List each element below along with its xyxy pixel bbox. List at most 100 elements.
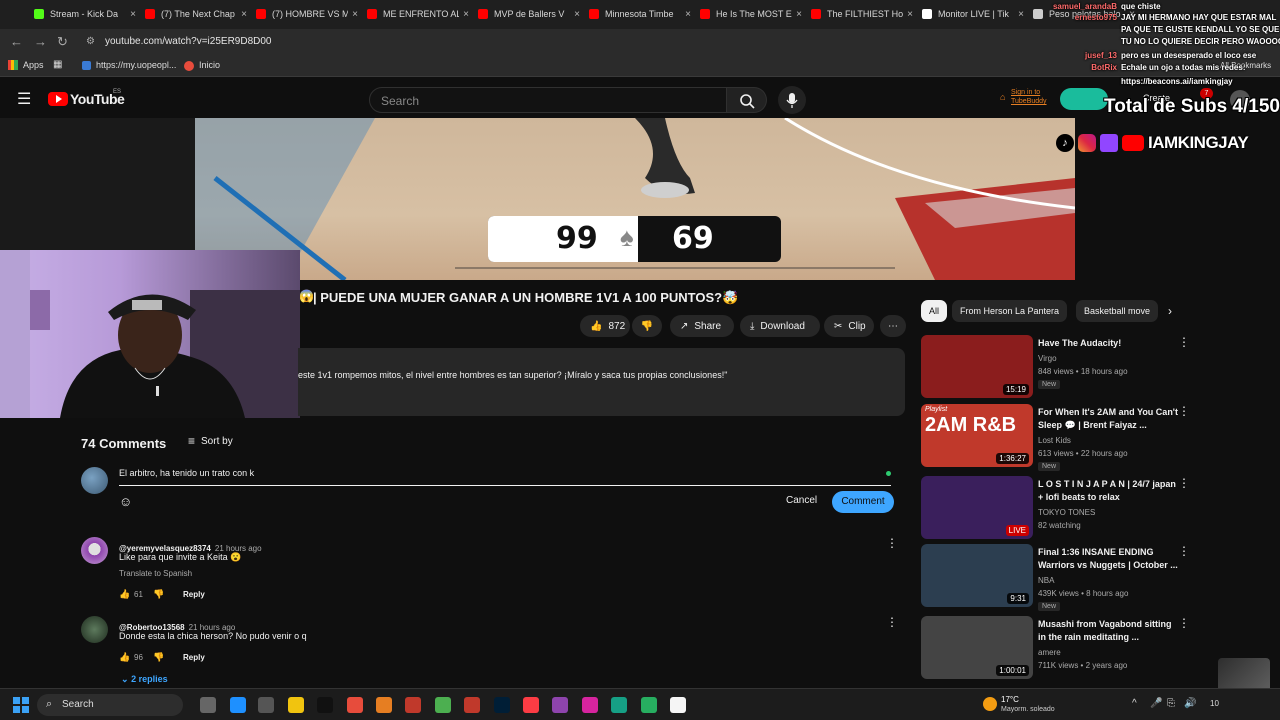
app-teal-icon[interactable]: [611, 697, 627, 713]
tab-close-icon[interactable]: ×: [681, 9, 695, 20]
network-icon[interactable]: ⎘: [1167, 698, 1175, 709]
youtube-logo-icon[interactable]: [48, 92, 68, 106]
browser-tab[interactable]: ME ENFRENTO AL ×: [365, 4, 473, 24]
commenter-avatar[interactable]: [81, 616, 108, 643]
bookmark-uopeople[interactable]: https://my.uopeopl...: [96, 60, 176, 70]
browser-tab[interactable]: (7) HOMBRE VS M ×: [254, 4, 362, 24]
search-button[interactable]: [727, 87, 767, 113]
photoshop-icon[interactable]: [494, 697, 510, 713]
windows-start-icon[interactable]: [13, 697, 29, 713]
reload-icon[interactable]: ↻: [57, 34, 68, 50]
opera-icon[interactable]: [347, 697, 363, 713]
taskbar-search[interactable]: ⌕ Search: [37, 694, 183, 716]
view-replies-button[interactable]: ⌄ 2 replies: [121, 674, 168, 685]
tab-groups-icon[interactable]: ▦: [53, 59, 62, 70]
voice-search-button[interactable]: [778, 86, 806, 114]
video-thumbnail[interactable]: 1:00:01: [921, 616, 1033, 679]
browser-tab[interactable]: He Is The MOST E ×: [698, 4, 806, 24]
video-menu-icon[interactable]: ⋮: [1178, 404, 1190, 418]
chip-all[interactable]: All: [921, 300, 948, 322]
browser-tab[interactable]: (7) The Next Chap ×: [143, 4, 251, 24]
recommended-video-channel[interactable]: NBA: [1038, 576, 1054, 585]
comment-menu-icon[interactable]: ⋮: [886, 536, 898, 550]
video-menu-icon[interactable]: ⋮: [1178, 476, 1190, 490]
browser-tab[interactable]: MVP de Ballers V ×: [476, 4, 584, 24]
share-button[interactable]: ↗ Share: [670, 315, 734, 337]
search-input[interactable]: Search: [369, 87, 727, 113]
recommended-video-channel[interactable]: TOKYO TONES: [1038, 508, 1095, 517]
browser-tab[interactable]: Stream - Kick Da ×: [32, 4, 140, 24]
browser-tab[interactable]: The FILTHIEST Ho ×: [809, 4, 917, 24]
tab-close-icon[interactable]: ×: [903, 9, 917, 20]
video-thumbnail[interactable]: 15:19: [921, 335, 1033, 398]
chrome-icon[interactable]: [435, 697, 451, 713]
tubebuddy-signin-link[interactable]: Sign in to TubeBuddy: [1011, 88, 1055, 106]
tiktok-app-icon[interactable]: [317, 697, 333, 713]
video-thumbnail[interactable]: 9:31: [921, 544, 1033, 607]
video-menu-icon[interactable]: ⋮: [1178, 544, 1190, 558]
comment-dislike-icon[interactable]: 👎: [153, 589, 164, 600]
recommended-video-title[interactable]: L O S T I N J A P A N | 24/7 japan + lof…: [1038, 478, 1178, 504]
file-explorer-icon[interactable]: [288, 697, 304, 713]
recommended-video-channel[interactable]: amere: [1038, 648, 1061, 657]
store-icon[interactable]: [258, 697, 274, 713]
app-purple-icon[interactable]: [552, 697, 568, 713]
tab-close-icon[interactable]: ×: [459, 9, 473, 20]
chip-basketball[interactable]: Basketball move: [1076, 300, 1158, 322]
comment-input[interactable]: El arbitro, ha tenido un trato con k: [119, 468, 891, 486]
notion-icon[interactable]: [670, 697, 686, 713]
video-menu-icon[interactable]: ⋮: [1178, 616, 1190, 630]
emoji-picker-icon[interactable]: ☺: [119, 494, 132, 509]
clip-button[interactable]: ✂ Clip: [824, 315, 874, 337]
mic-tray-icon[interactable]: 🎤: [1150, 698, 1162, 709]
video-description[interactable]: este 1v1 rompemos mitos, el nivel entre …: [298, 348, 905, 416]
app-green-icon[interactable]: [641, 697, 657, 713]
tab-close-icon[interactable]: ×: [126, 9, 140, 20]
weather-icon[interactable]: [983, 697, 997, 711]
comment-dislike-icon[interactable]: 👎: [153, 652, 164, 663]
like-button[interactable]: 👍 872: [580, 315, 630, 337]
recommended-video-title[interactable]: For When It's 2AM and You Can't Sleep 💬 …: [1038, 406, 1178, 432]
hamburger-menu-icon[interactable]: ☰: [17, 89, 31, 109]
bookmark-inicio[interactable]: Inicio: [199, 60, 220, 70]
forward-icon[interactable]: →: [34, 34, 47, 49]
tab-close-icon[interactable]: ×: [348, 9, 362, 20]
cancel-button[interactable]: Cancel: [786, 495, 817, 506]
tab-close-icon[interactable]: ×: [1014, 9, 1028, 20]
recommended-video-title[interactable]: Musashi from Vagabond sitting in the rai…: [1038, 618, 1178, 644]
comment-like-icon[interactable]: 👍: [119, 589, 130, 600]
tab-close-icon[interactable]: ×: [570, 9, 584, 20]
comment-menu-icon[interactable]: ⋮: [886, 615, 898, 629]
itunes-icon[interactable]: [523, 697, 539, 713]
reply-button[interactable]: Reply: [183, 653, 205, 662]
recommended-video-channel[interactable]: Virgo: [1038, 354, 1057, 363]
clock[interactable]: 10: [1210, 699, 1219, 708]
reply-button[interactable]: Reply: [183, 590, 205, 599]
volume-icon[interactable]: 🔊: [1184, 698, 1196, 709]
back-icon[interactable]: ←: [10, 34, 23, 49]
video-thumbnail[interactable]: LIVE: [921, 476, 1033, 539]
app-brave-icon[interactable]: [464, 697, 480, 713]
comment-like-icon[interactable]: 👍: [119, 652, 130, 663]
translate-link[interactable]: Translate to Spanish: [119, 569, 192, 578]
browser-tab[interactable]: Minnesota Timbe ×: [587, 4, 695, 24]
tab-close-icon[interactable]: ×: [237, 9, 251, 20]
site-info-icon[interactable]: ⚙: [86, 36, 95, 47]
browser-tab[interactable]: Monitor LIVE | Tik ×: [920, 4, 1028, 24]
chevron-up-icon[interactable]: ^: [1132, 698, 1137, 709]
recommended-video-title[interactable]: Final 1:36 INSANE ENDING Warriors vs Nug…: [1038, 546, 1178, 572]
dislike-button[interactable]: 👎: [632, 315, 662, 337]
video-thumbnail[interactable]: Playlist 2AM R&B 1:36:27: [921, 404, 1033, 467]
chevron-right-icon[interactable]: ›: [1168, 304, 1172, 318]
task-view-icon[interactable]: [200, 697, 216, 713]
download-button[interactable]: ⤓ Download: [740, 315, 820, 337]
tubebuddy-button[interactable]: [1060, 88, 1108, 110]
video-menu-icon[interactable]: ⋮: [1178, 335, 1190, 349]
bookmark-apps[interactable]: Apps: [23, 60, 44, 70]
edge-icon[interactable]: [230, 697, 246, 713]
tab-close-icon[interactable]: ×: [792, 9, 806, 20]
app-red-icon[interactable]: [405, 697, 421, 713]
comment-submit-button[interactable]: Comment: [832, 491, 894, 513]
app-orange-icon[interactable]: [376, 697, 392, 713]
chip-from-channel[interactable]: From Herson La Pantera: [952, 300, 1068, 322]
